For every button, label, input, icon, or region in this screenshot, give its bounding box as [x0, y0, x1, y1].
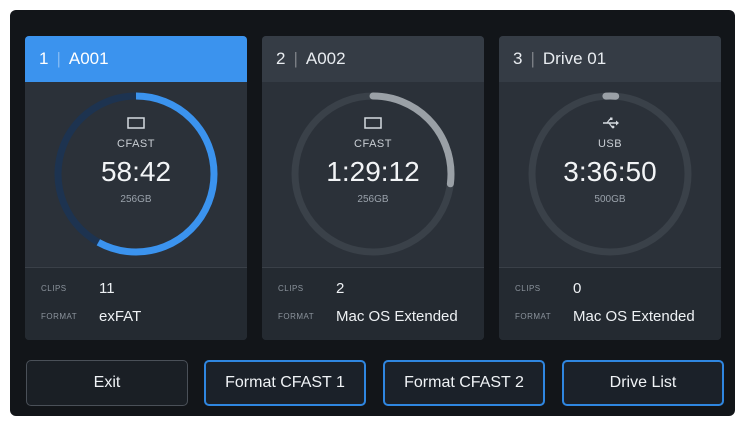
card-number: 1	[39, 49, 49, 68]
usb-icon	[499, 116, 721, 132]
format-row: FORMAT exFAT	[41, 308, 141, 325]
card-name: A001	[68, 49, 109, 68]
format-row: FORMAT Mac OS Extended	[515, 308, 695, 325]
card-header: 3 | Drive 01	[499, 36, 721, 82]
drive-list-button[interactable]: Drive List	[562, 360, 724, 406]
card-body: CFAST 58:42 256GB	[25, 82, 247, 266]
format-value: exFAT	[99, 308, 142, 325]
exit-button[interactable]: Exit	[26, 360, 188, 406]
card-header: 1 | A001	[25, 36, 247, 82]
clips-label: CLIPS	[278, 284, 304, 293]
clips-value: 0	[573, 280, 582, 297]
clips-row: CLIPS 2	[278, 280, 344, 297]
capacity: 500GB	[594, 194, 626, 205]
media-card-2[interactable]: 2 | A002 CFAST 1:29:12 256GB CLIPS 2 FOR…	[262, 36, 484, 340]
format-row: FORMAT Mac OS Extended	[278, 308, 458, 325]
capacity: 256GB	[357, 194, 389, 205]
media-type: USB	[597, 138, 623, 150]
card-footer: CLIPS 2 FORMAT Mac OS Extended	[262, 267, 484, 340]
media-type: CFAST	[117, 138, 155, 150]
media-card-3[interactable]: 3 | Drive 01 USB 3:36:50 500GB CLIPS 0 F…	[499, 36, 721, 340]
card-name: A002	[305, 49, 346, 68]
clips-row: CLIPS 11	[41, 280, 115, 297]
remaining-time: 3:36:50	[563, 156, 657, 187]
storage-screen: 1 | A001 CFAST 58:42 256GB CLIPS 11 FORM…	[10, 10, 735, 416]
card-footer: CLIPS 0 FORMAT Mac OS Extended	[499, 267, 721, 340]
clips-value: 2	[336, 280, 345, 297]
separator: |	[530, 49, 535, 68]
clips-row: CLIPS 0	[515, 280, 581, 297]
format-value: Mac OS Extended	[573, 308, 695, 325]
card-body: USB 3:36:50 500GB	[499, 82, 721, 266]
card-number: 2	[276, 49, 286, 68]
card-icon	[25, 116, 247, 132]
media-type: CFAST	[354, 138, 392, 150]
clips-value: 11	[99, 280, 115, 297]
format-cfast-2-button[interactable]: Format CFAST 2	[383, 360, 545, 406]
clips-label: CLIPS	[515, 284, 541, 293]
card-icon	[262, 116, 484, 132]
card-footer: CLIPS 11 FORMAT exFAT	[25, 267, 247, 340]
separator: |	[293, 49, 298, 68]
separator: |	[56, 49, 61, 68]
card-body: CFAST 1:29:12 256GB	[262, 82, 484, 266]
media-card-1[interactable]: 1 | A001 CFAST 58:42 256GB CLIPS 11 FORM…	[25, 36, 247, 340]
format-label: FORMAT	[41, 312, 78, 321]
remaining-time: 1:29:12	[326, 156, 420, 187]
format-label: FORMAT	[515, 312, 552, 321]
card-name: Drive 01	[542, 49, 607, 68]
card-header: 2 | A002	[262, 36, 484, 82]
capacity: 256GB	[120, 194, 152, 205]
format-label: FORMAT	[278, 312, 315, 321]
format-cfast-1-button[interactable]: Format CFAST 1	[204, 360, 366, 406]
format-value: Mac OS Extended	[336, 308, 458, 325]
card-number: 3	[513, 49, 523, 68]
clips-label: CLIPS	[41, 284, 67, 293]
remaining-time: 58:42	[100, 156, 172, 187]
